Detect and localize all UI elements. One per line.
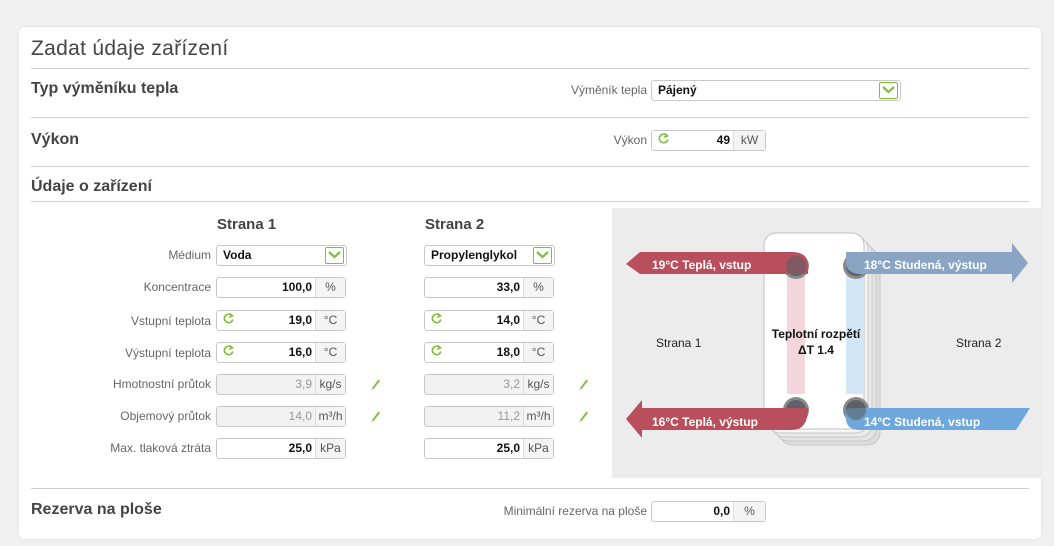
hot-outlet-label: 16°C Teplá, výstup (652, 415, 758, 429)
reserve-input[interactable]: 0,0 % (651, 501, 766, 522)
side1-inlet-temp-value: 19,0 (288, 313, 312, 327)
side2-inlet-temp-value: 14,0 (496, 313, 520, 327)
chevron-down-icon[interactable] (325, 247, 344, 264)
side1-inlet-temp-input[interactable]: 19,0 °C (216, 310, 346, 331)
reset-icon[interactable] (657, 132, 670, 145)
side2-concentration-input[interactable]: 33,0 % (424, 277, 554, 298)
side2-mass-flow-unit: kg/s (523, 375, 553, 394)
side2-inlet-temp-unit: °C (523, 311, 553, 330)
mass-flow-label: Hmotnostní průtok (112, 377, 211, 391)
diagram-side1-label: Strana 1 (656, 336, 702, 350)
side1-inlet-temp-unit: °C (315, 311, 345, 330)
power-value: 49 (716, 133, 730, 147)
side2-medium-select[interactable]: Propylenglykol (424, 245, 555, 266)
reset-icon[interactable] (430, 312, 443, 325)
pressure-drop-label: Max. tlaková ztráta (110, 441, 211, 455)
exchanger-type-heading: Typ výměníku tepla (31, 80, 179, 97)
side2-volume-flow-unit: m³/h (523, 407, 553, 426)
side1-medium-value: Voda (223, 248, 252, 262)
side2-volume-flow-value: 11,2 (497, 409, 520, 423)
reset-icon[interactable] (430, 344, 443, 357)
diagram-side2-label: Strana 2 (956, 336, 1002, 350)
outlet-temp-label: Výstupní teplota (124, 346, 211, 360)
side1-heading: Strana 1 (217, 216, 277, 233)
pencil-icon[interactable] (369, 409, 381, 422)
side1-medium-select[interactable]: Voda (216, 245, 347, 266)
pencil-icon[interactable] (577, 409, 589, 422)
side1-pressure-drop-input[interactable]: 25,0 kPa (216, 438, 346, 459)
side1-mass-flow-value: 3,9 (295, 377, 312, 391)
page-title: Zadat údaje zařízení (31, 37, 229, 60)
volume-flow-label: Objemový průtok (120, 409, 211, 423)
equipment-form-card: Zadat údaje zařízení Typ výměníku tepla … (19, 27, 1042, 539)
side2-inlet-temp-input[interactable]: 14,0 °C (424, 310, 554, 331)
side1-concentration-value: 100,0 (281, 280, 312, 294)
power-unit: kW (733, 131, 765, 150)
side2-concentration-unit: % (523, 278, 553, 297)
cold-inlet-label: 14°C Studená, vstup (864, 415, 981, 429)
pencil-icon[interactable] (577, 377, 589, 390)
reserve-unit: % (733, 502, 765, 521)
divider (31, 201, 1029, 202)
reset-icon[interactable] (222, 344, 235, 357)
side1-volume-flow-unit: m³/h (315, 407, 345, 426)
power-input[interactable]: 49 kW (651, 130, 766, 151)
side2-heading: Strana 2 (425, 216, 485, 233)
divider (31, 166, 1029, 167)
concentration-label: Koncentrace (143, 280, 211, 294)
reserve-label: Minimální rezerva na ploše (503, 504, 647, 518)
cold-outlet-label: 18°C Studená, výstup (864, 258, 987, 272)
medium-label: Médium (168, 248, 211, 262)
side1-outlet-temp-input[interactable]: 16,0 °C (216, 342, 346, 363)
divider (31, 117, 1029, 118)
side1-mass-flow-input[interactable]: 3,9 kg/s (216, 374, 346, 395)
side2-volume-flow-input[interactable]: 11,2 m³/h (424, 406, 554, 427)
equipment-heading: Údaje o zařízení (31, 178, 152, 195)
divider (31, 488, 1029, 489)
reset-icon[interactable] (222, 312, 235, 325)
power-label: Výkon (613, 133, 647, 147)
side1-pressure-drop-unit: kPa (315, 439, 345, 458)
pencil-icon[interactable] (369, 377, 381, 390)
temperature-range-value: ΔT 1.4 (798, 343, 834, 357)
temperature-range-label: Teplotní rozpětí (771, 327, 861, 341)
exchanger-type-select[interactable]: Pájený (651, 80, 901, 101)
side1-outlet-temp-value: 16,0 (288, 345, 312, 359)
side1-concentration-input[interactable]: 100,0 % (216, 277, 346, 298)
chevron-down-icon[interactable] (533, 247, 552, 264)
side2-outlet-temp-input[interactable]: 18,0 °C (424, 342, 554, 363)
reserve-value: 0,0 (713, 504, 730, 518)
side1-pressure-drop-value: 25,0 (288, 441, 312, 455)
side1-mass-flow-unit: kg/s (315, 375, 345, 394)
side2-mass-flow-input[interactable]: 3,2 kg/s (424, 374, 554, 395)
side2-mass-flow-value: 3,2 (503, 377, 520, 391)
side1-concentration-unit: % (315, 278, 345, 297)
side2-pressure-drop-unit: kPa (523, 439, 553, 458)
reserve-heading: Rezerva na ploše (31, 501, 162, 518)
chevron-down-icon[interactable] (879, 82, 898, 99)
inlet-temp-label: Vstupní teplota (130, 314, 211, 328)
divider (31, 68, 1029, 69)
side2-outlet-temp-unit: °C (523, 343, 553, 362)
side1-volume-flow-value: 14,0 (288, 409, 312, 423)
side2-concentration-value: 33,0 (496, 280, 520, 294)
side2-medium-value: Propylenglykol (431, 248, 518, 262)
side2-pressure-drop-value: 25,0 (496, 441, 520, 455)
exchanger-type-label: Výměník tepla (570, 83, 647, 97)
exchanger-type-value: Pájený (658, 83, 697, 97)
hot-inlet-label: 19°C Teplá, vstup (652, 258, 752, 272)
side1-volume-flow-input[interactable]: 14,0 m³/h (216, 406, 346, 427)
side2-pressure-drop-input[interactable]: 25,0 kPa (424, 438, 554, 459)
heat-exchanger-diagram: 19°C Teplá, vstup 16°C Teplá, výstup 18°… (612, 208, 1042, 478)
side1-outlet-temp-unit: °C (315, 343, 345, 362)
power-heading: Výkon (31, 131, 80, 148)
side2-outlet-temp-value: 18,0 (496, 345, 520, 359)
